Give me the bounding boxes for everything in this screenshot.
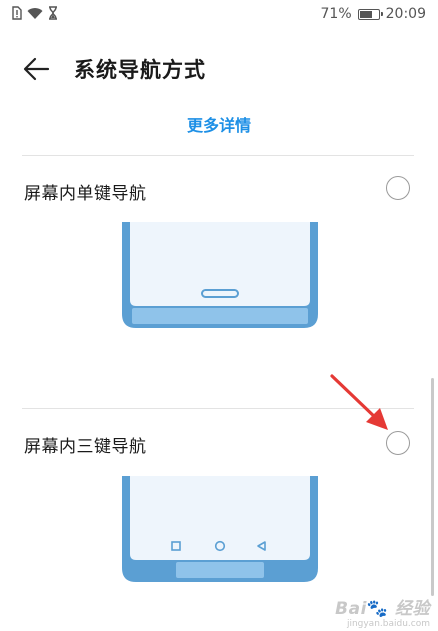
battery-percent: 71%: [320, 6, 352, 22]
header: 系统导航方式: [0, 40, 438, 96]
status-left: [12, 5, 58, 23]
status-right: 71% 20:09: [321, 5, 426, 23]
battery-level: [359, 10, 372, 18]
scrollbar[interactable]: [431, 378, 434, 596]
hourglass-icon: [48, 5, 58, 24]
option-single-key-label[interactable]: 屏幕内单键导航: [24, 179, 147, 204]
more-details-link[interactable]: 更多详情: [0, 112, 438, 136]
wifi-icon: [27, 5, 43, 24]
status-bar: 71% 20:09: [0, 0, 438, 28]
option-three-key-label[interactable]: 屏幕内三键导航: [24, 432, 147, 457]
three-key-preview: [122, 476, 318, 584]
single-key-preview: [122, 222, 318, 330]
page-title: 系统导航方式: [74, 58, 206, 82]
radio-single-key[interactable]: [386, 176, 410, 200]
divider: [22, 155, 414, 156]
watermark-logo: Bai🐾 经验 jingyan.baidu.com: [335, 599, 430, 629]
clock: 20:09: [385, 6, 426, 22]
arrow-left-icon: [23, 57, 50, 81]
battery-icon: [357, 8, 383, 20]
back-button[interactable]: [18, 52, 54, 86]
sim-alert-icon: [12, 5, 22, 24]
annotation-arrow: [328, 372, 394, 436]
